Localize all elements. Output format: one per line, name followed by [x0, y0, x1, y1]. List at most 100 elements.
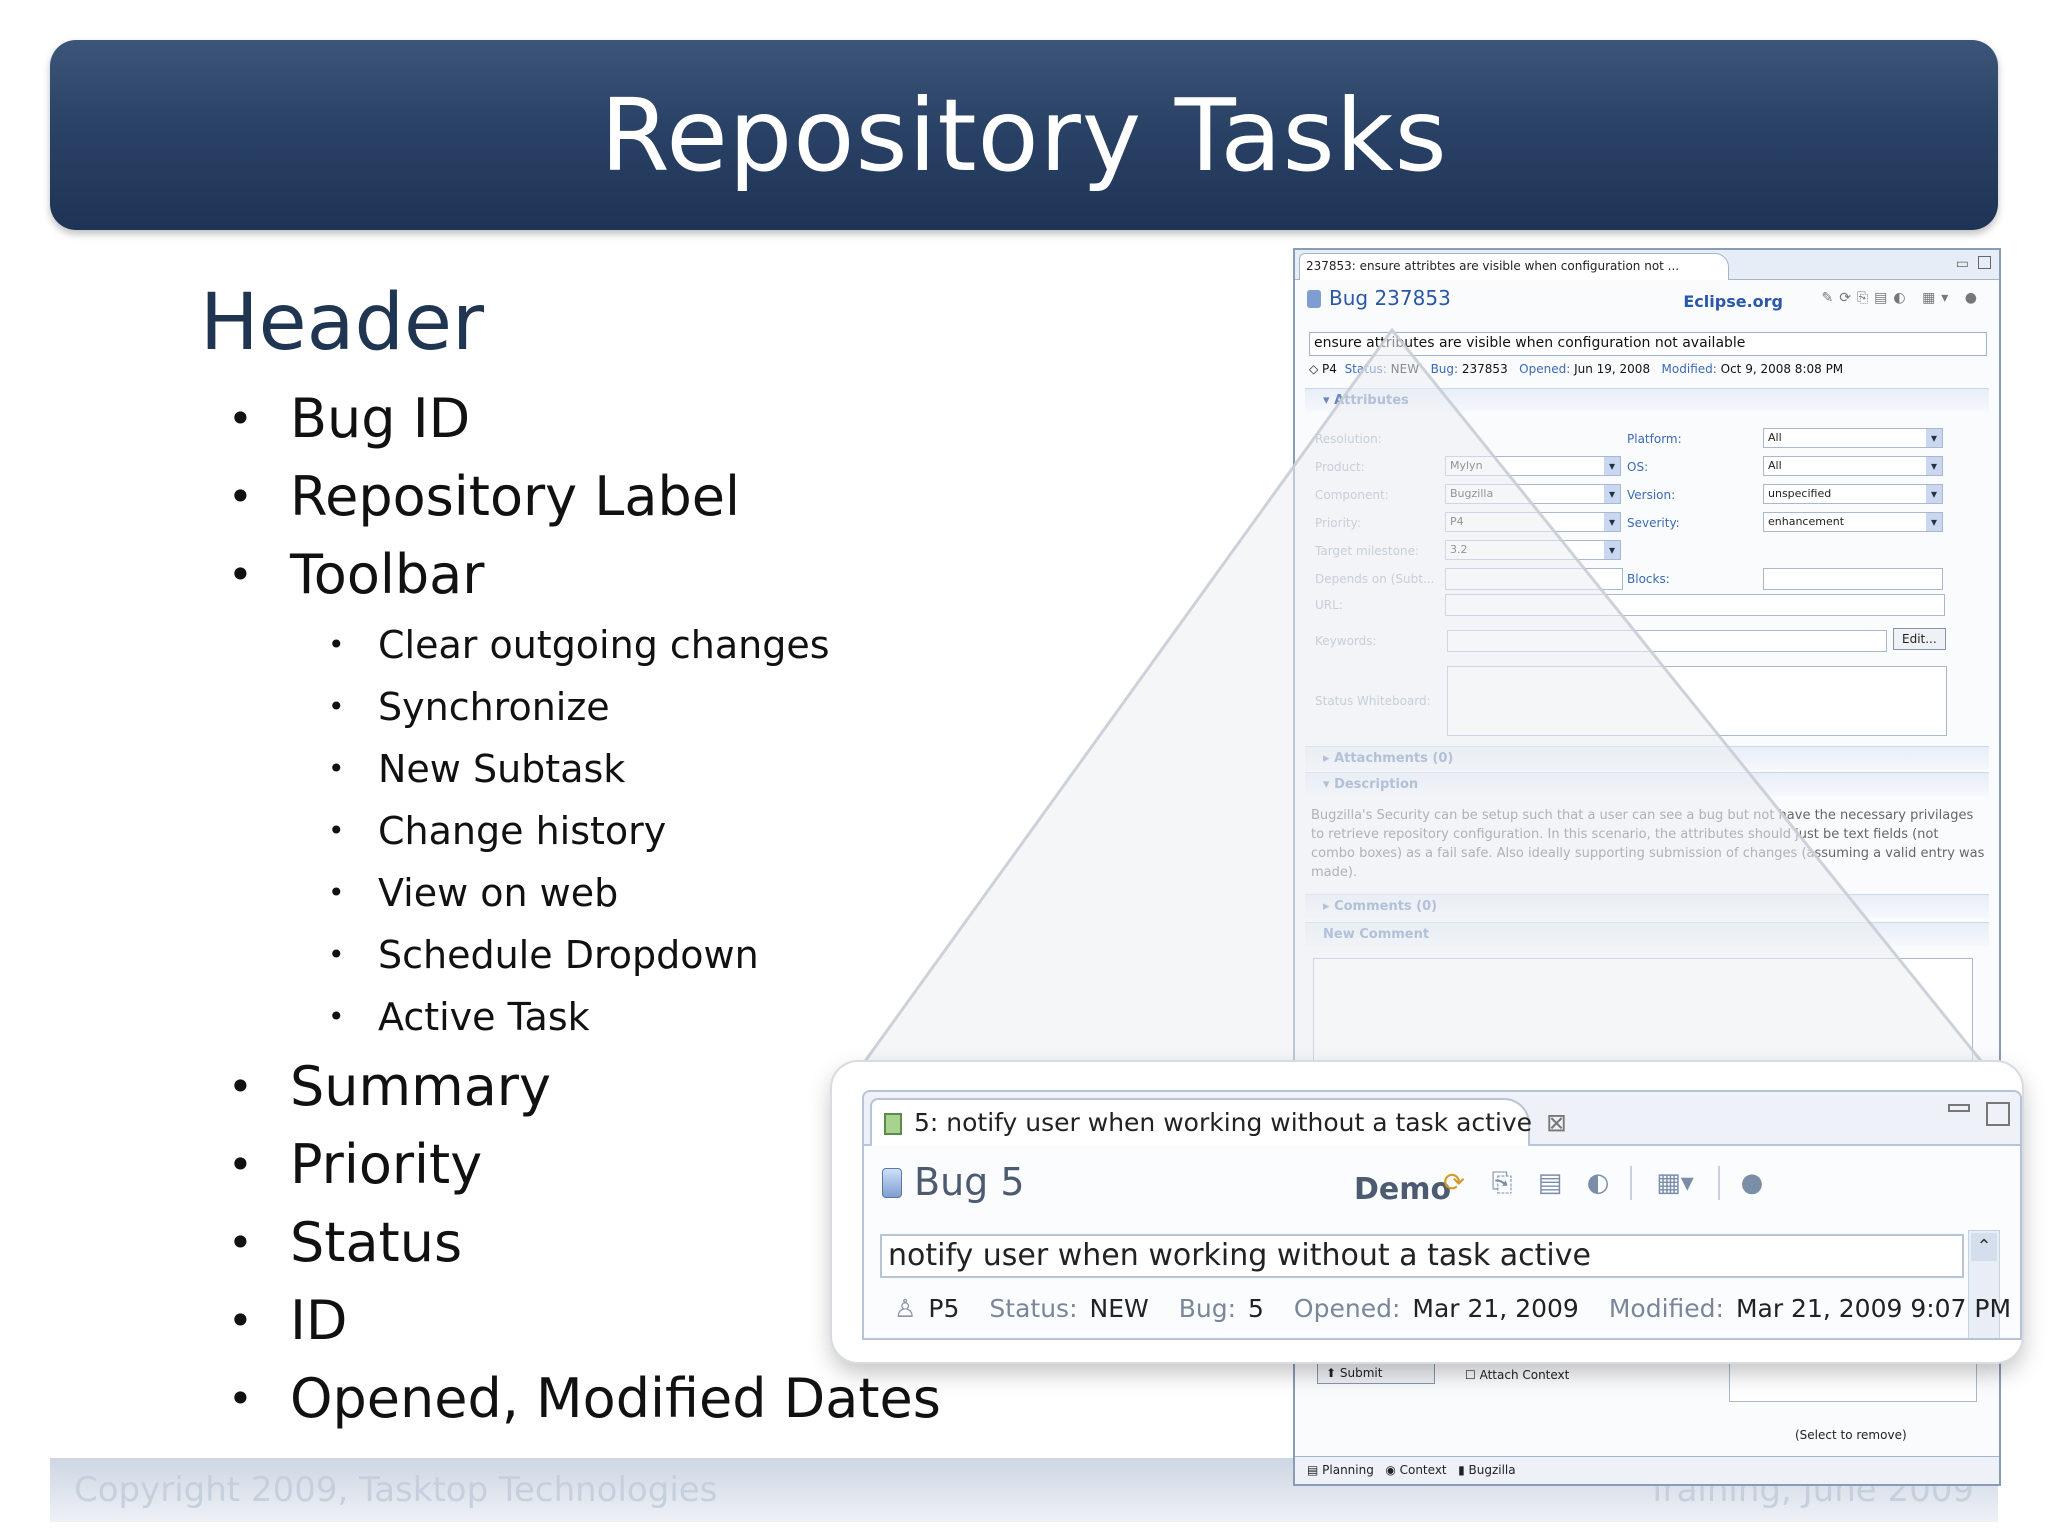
- product-label: Product:: [1315, 460, 1365, 474]
- opened-value: Mar 21, 2009: [1412, 1294, 1579, 1323]
- priority-label: Priority:: [1315, 516, 1361, 530]
- blocks-label: Blocks:: [1627, 572, 1670, 586]
- version-label: Version:: [1627, 488, 1676, 502]
- editor-toolbar[interactable]: ✎⟳⎘▤◐ ▦▾ ●: [1822, 290, 1983, 306]
- url-label: URL:: [1315, 598, 1343, 612]
- tab-planning[interactable]: ▤ Planning: [1307, 1463, 1374, 1477]
- keywords-edit-button[interactable]: Edit...: [1893, 628, 1946, 650]
- product-combo[interactable]: Mylyn: [1445, 456, 1621, 476]
- title-banner: Repository Tasks: [50, 40, 1998, 230]
- target-milestone-label: Target milestone:: [1315, 544, 1420, 558]
- comments-section-header[interactable]: ▸ Comments (0): [1305, 894, 1989, 918]
- platform-combo[interactable]: All: [1763, 428, 1943, 448]
- section-heading: Header: [200, 278, 485, 368]
- task-meta-row: ♙ P5 Status: NEW Bug: 5 Opened: Mar 21, …: [894, 1294, 2020, 1323]
- slide-title: Repository Tasks: [600, 76, 1448, 194]
- target-milestone-combo[interactable]: 3.2: [1445, 540, 1621, 560]
- keywords-field[interactable]: [1447, 630, 1887, 652]
- new-comment-field[interactable]: [1313, 958, 1973, 1078]
- os-combo[interactable]: All: [1763, 456, 1943, 476]
- bullet-item: Repository Label: [228, 458, 941, 536]
- severity-combo[interactable]: enhancement: [1763, 512, 1943, 532]
- sub-bullet-item: Schedule Dropdown: [228, 924, 941, 986]
- schedule-dropdown-icon[interactable]: ▦▾: [1648, 1167, 1702, 1199]
- sub-bullet-item: Clear outgoing changes: [228, 614, 941, 676]
- sub-bullet-item: View on web: [228, 862, 941, 924]
- new-comment-section-header[interactable]: New Comment: [1305, 922, 1989, 946]
- zoomed-tab-title: 5: notify user when working without a ta…: [914, 1108, 1533, 1137]
- zoomed-tab-bar: 5: notify user when working without a ta…: [864, 1092, 2020, 1146]
- description-section-header[interactable]: ▾ Description: [1305, 772, 1989, 796]
- depends-on-field[interactable]: [1445, 568, 1623, 590]
- task-meta-row: ◇ P4 Status: NEW Bug: 237853 Opened: Jun…: [1309, 362, 1844, 376]
- attachments-section-header[interactable]: ▸ Attachments (0): [1305, 746, 1989, 770]
- scrollbar[interactable]: ⌃: [1968, 1230, 2000, 1338]
- status-whiteboard-label: Status Whiteboard:: [1315, 694, 1431, 708]
- status-whiteboard-field[interactable]: [1447, 666, 1947, 736]
- status-label: Status:: [989, 1294, 1078, 1323]
- minimize-icon[interactable]: ▭: [1956, 256, 1969, 272]
- status-value: NEW: [1089, 1294, 1149, 1323]
- toolbar-separator: [1630, 1166, 1632, 1200]
- task-icon: [884, 1113, 902, 1135]
- url-field[interactable]: [1445, 594, 1945, 616]
- modified-value: Oct 9, 2008 8:08 PM: [1720, 362, 1844, 376]
- zoomed-editor-tab[interactable]: 5: notify user when working without a ta…: [870, 1098, 1567, 1146]
- modified-label: Modified:: [1608, 1294, 1724, 1323]
- synchronize-icon[interactable]: ⟳: [1438, 1167, 1470, 1199]
- change-history-icon[interactable]: ▤: [1534, 1167, 1566, 1199]
- bug-label: Bug:: [1430, 362, 1459, 376]
- view-on-web-icon[interactable]: ◐: [1582, 1167, 1614, 1199]
- zoomed-editor: 5: notify user when working without a ta…: [862, 1090, 2022, 1340]
- bullet-item: Bug ID: [228, 380, 941, 458]
- tab-bugzilla[interactable]: ▮ Bugzilla: [1458, 1463, 1516, 1477]
- sub-bullet-item: Synchronize: [228, 676, 941, 738]
- person-icon: ♙: [894, 1294, 917, 1323]
- summary-field[interactable]: notify user when working without a task …: [880, 1234, 1964, 1278]
- new-subtask-icon[interactable]: ⎘: [1486, 1167, 1518, 1199]
- scroll-up-icon[interactable]: ⌃: [1971, 1233, 1997, 1261]
- summary-field[interactable]: ensure attributes are visible when confi…: [1309, 332, 1987, 356]
- bug-id-label: Bug 5: [914, 1160, 1025, 1204]
- opened-label: Opened:: [1519, 362, 1571, 376]
- version-combo[interactable]: unspecified: [1763, 484, 1943, 504]
- zoomed-editor-header: Bug 5 Demo ⟳ ⎘ ▤ ◐ ▦▾ ● notify user when…: [864, 1146, 2020, 1338]
- priority-value: P4: [1322, 362, 1337, 376]
- editor-header: Bug 237853 Eclipse.org ✎⟳⎘▤◐ ▦▾ ●: [1301, 284, 1993, 314]
- modified-value: Mar 21, 2009 9:07 PM: [1735, 1294, 2012, 1323]
- maximize-icon[interactable]: [1986, 1102, 2010, 1126]
- repository-label: Demo: [1354, 1172, 1452, 1207]
- maximize-icon[interactable]: [1978, 256, 1991, 269]
- bug-icon: [882, 1168, 902, 1198]
- tab-context[interactable]: ◉ Context: [1385, 1463, 1446, 1477]
- component-label: Component:: [1315, 488, 1389, 502]
- os-label: OS:: [1627, 460, 1649, 474]
- minimize-icon[interactable]: [1948, 1104, 1970, 1112]
- toolbar-separator: [1718, 1166, 1720, 1200]
- sub-bullet-item: New Subtask: [228, 738, 941, 800]
- editor-tab[interactable]: 237853: ensure attribtes are visible whe…: [1299, 253, 1729, 280]
- depends-on-label: Depends on (Subt...: [1315, 572, 1435, 586]
- modified-label: Modified:: [1661, 362, 1717, 376]
- bug-id-label: Bug 237853: [1329, 286, 1451, 310]
- blocks-field[interactable]: [1763, 568, 1943, 590]
- resolution-label: Resolution:: [1315, 432, 1382, 446]
- status-label: Status:: [1344, 362, 1387, 376]
- attach-context-checkbox[interactable]: ☐ Attach Context: [1465, 1368, 1569, 1382]
- platform-label: Platform:: [1627, 432, 1682, 446]
- bug-value: 5: [1248, 1294, 1264, 1323]
- status-value: NEW: [1390, 362, 1420, 376]
- opened-value: Jun 19, 2008: [1574, 362, 1651, 376]
- bug-label: Bug:: [1178, 1294, 1237, 1323]
- component-combo[interactable]: Bugzilla: [1445, 484, 1621, 504]
- attributes-section-header[interactable]: ▾ Attributes: [1305, 388, 1989, 412]
- priority-combo[interactable]: P4: [1445, 512, 1621, 532]
- active-task-icon[interactable]: ●: [1736, 1167, 1768, 1199]
- submit-button[interactable]: ⬆ Submit: [1317, 1362, 1435, 1384]
- close-icon[interactable]: ⊠: [1546, 1108, 1567, 1137]
- bullet-item: Opened, Modified Dates: [228, 1360, 941, 1438]
- severity-label: Severity:: [1627, 516, 1680, 530]
- bullet-item: Toolbar: [228, 536, 941, 614]
- editor-tab-bar: 237853: ensure attribtes are visible whe…: [1295, 250, 1999, 280]
- priority-value: P5: [928, 1294, 960, 1323]
